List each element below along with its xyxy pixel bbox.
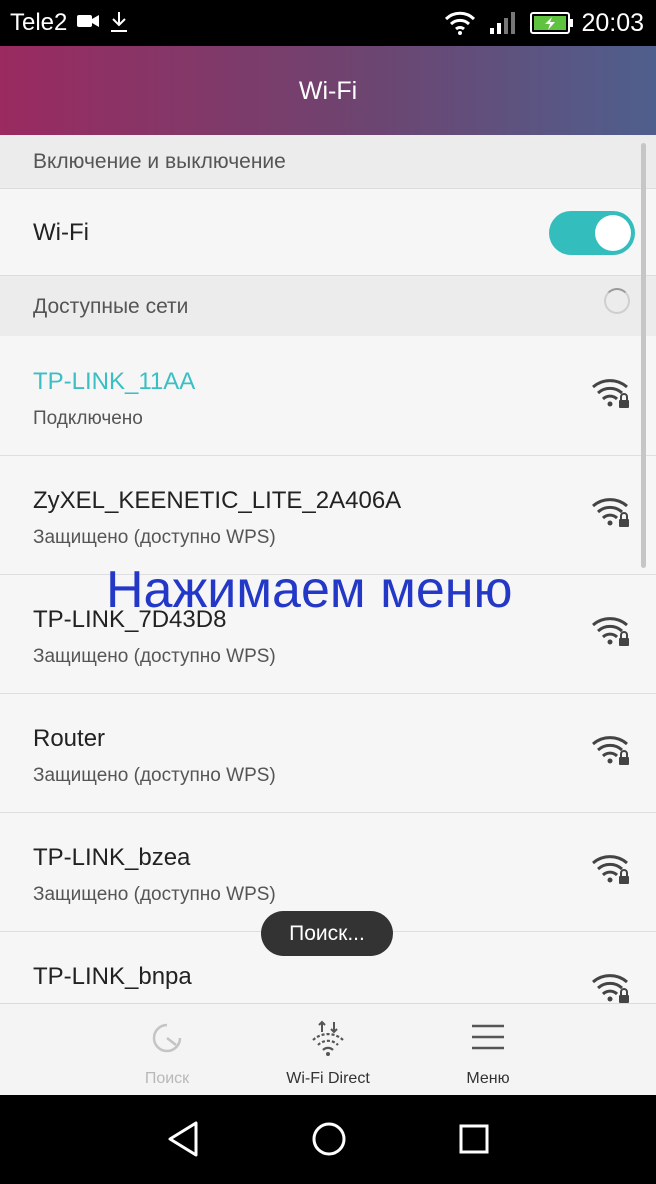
menu-button[interactable]: Меню	[418, 1004, 558, 1096]
signal-icon	[488, 10, 518, 41]
wifi-direct-button[interactable]: Wi-Fi Direct	[258, 1004, 398, 1096]
wifi-locked-icon	[590, 614, 632, 653]
scan-button[interactable]: Поиск	[97, 1004, 237, 1096]
network-name: TP-LINK_bzea	[33, 844, 191, 871]
battery-charging-icon	[530, 10, 574, 41]
network-row[interactable]: TP-LINK_11AA Подключено	[0, 336, 656, 456]
clock: 20:03	[581, 9, 644, 37]
toast-message: Поиск...	[261, 911, 393, 956]
section-header-label: Доступные сети	[33, 295, 189, 318]
section-header-available: Доступные сети	[0, 276, 656, 336]
wifi-direct-icon	[308, 1018, 348, 1058]
wifi-switch[interactable]	[549, 211, 635, 255]
network-name: Router	[33, 725, 106, 752]
network-status: Подключено	[33, 408, 143, 429]
section-header-toggle: Включение и выключение	[0, 135, 656, 188]
wifi-icon	[444, 10, 476, 41]
network-status: Защищено (доступно WPS)	[33, 527, 276, 548]
carrier-name: Tele2	[10, 9, 68, 36]
wifi-locked-icon	[590, 495, 632, 534]
network-name: TP-LINK_bnpa	[33, 963, 192, 990]
video-camera-icon	[76, 10, 100, 37]
bottom-action-bar: Поиск Wi-Fi Direct Меню	[0, 1003, 656, 1095]
back-icon[interactable]	[162, 1117, 206, 1161]
menu-icon	[468, 1018, 508, 1058]
download-icon	[108, 10, 130, 39]
system-nav-bar	[0, 1095, 656, 1184]
wifi-direct-label: Wi-Fi Direct	[286, 1070, 370, 1087]
wifi-toggle-row[interactable]: Wi-Fi	[0, 188, 656, 276]
wifi-locked-icon	[590, 376, 632, 415]
network-row[interactable]: Router Защищено (доступно WPS)	[0, 693, 656, 813]
home-icon[interactable]	[307, 1117, 351, 1161]
wifi-locked-icon	[590, 971, 632, 1003]
wifi-locked-icon	[590, 852, 632, 891]
network-status: Защищено (доступно WPS)	[33, 884, 276, 905]
wifi-toggle-label: Wi-Fi	[33, 219, 89, 246]
refresh-icon	[147, 1018, 187, 1058]
network-name: ZyXEL_KEENETIC_LITE_2A406A	[33, 487, 402, 514]
section-header-label: Включение и выключение	[33, 150, 286, 173]
network-name: TP-LINK_11AA	[33, 368, 196, 395]
app-bar: Wi-Fi	[0, 46, 656, 135]
switch-knob	[595, 215, 631, 251]
page-title: Wi-Fi	[298, 77, 358, 105]
wifi-locked-icon	[590, 733, 632, 772]
status-bar: Tele2 20:03	[0, 0, 656, 46]
scanning-spinner-icon	[604, 288, 630, 314]
scan-button-label: Поиск	[144, 1070, 190, 1087]
scrollbar[interactable]	[641, 143, 646, 568]
recents-icon[interactable]	[452, 1117, 496, 1161]
overlay-caption: Нажимаем меню	[106, 561, 513, 619]
network-status: Защищено (доступно WPS)	[33, 765, 276, 786]
network-row[interactable]: ZyXEL_KEENETIC_LITE_2A406A Защищено (дост…	[0, 455, 656, 575]
network-status: Защищено (доступно WPS)	[33, 646, 276, 667]
menu-button-label: Меню	[466, 1070, 510, 1087]
